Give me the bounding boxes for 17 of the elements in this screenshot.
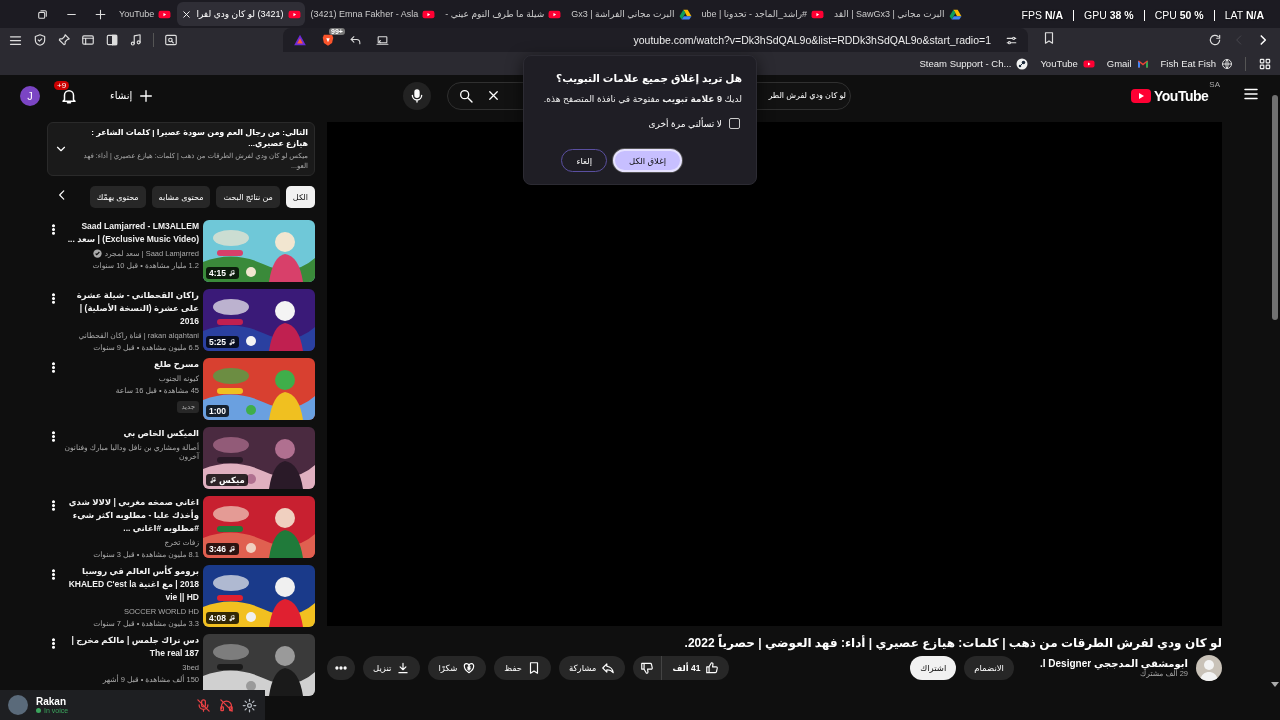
perf-stat: CPU 50 %: [1154, 9, 1204, 21]
duration-badge: 1:00: [206, 405, 229, 417]
perf-stat: GPU 38 %: [1084, 9, 1134, 21]
video-title: لو كان ودي لفرش الطرقات من ذهب | كلمات: هيازع عصيري | أداء: فهد العوضي | حصرياً 2022.: [683, 636, 1222, 650]
up-next-title: التالي: من رجال العم ومن سودة عصيرا | كلمات الشاعر : هيازع عصيري...: [90, 127, 308, 149]
notification-badge: +9: [54, 80, 70, 90]
duration-label: 3:46: [209, 544, 226, 554]
duration-label: 4:08: [209, 613, 226, 623]
dialog-message: لديك 9 علامة تبويب مفتوحة في نافذة المتصفح هذه.: [542, 94, 742, 104]
perf-stat: LAT N/A: [1224, 9, 1264, 21]
user-name: Rakan: [36, 696, 67, 707]
region-label: SA: [1209, 80, 1220, 89]
duration-label: 5:25: [209, 337, 226, 347]
dialog-title: هل تريد إغلاق جميع علامات التبويب؟: [555, 72, 742, 84]
perf-stat: FPS N/A: [1021, 9, 1064, 21]
duration-label: 4:15: [209, 268, 226, 278]
mix-label: ميكس: [219, 475, 245, 485]
